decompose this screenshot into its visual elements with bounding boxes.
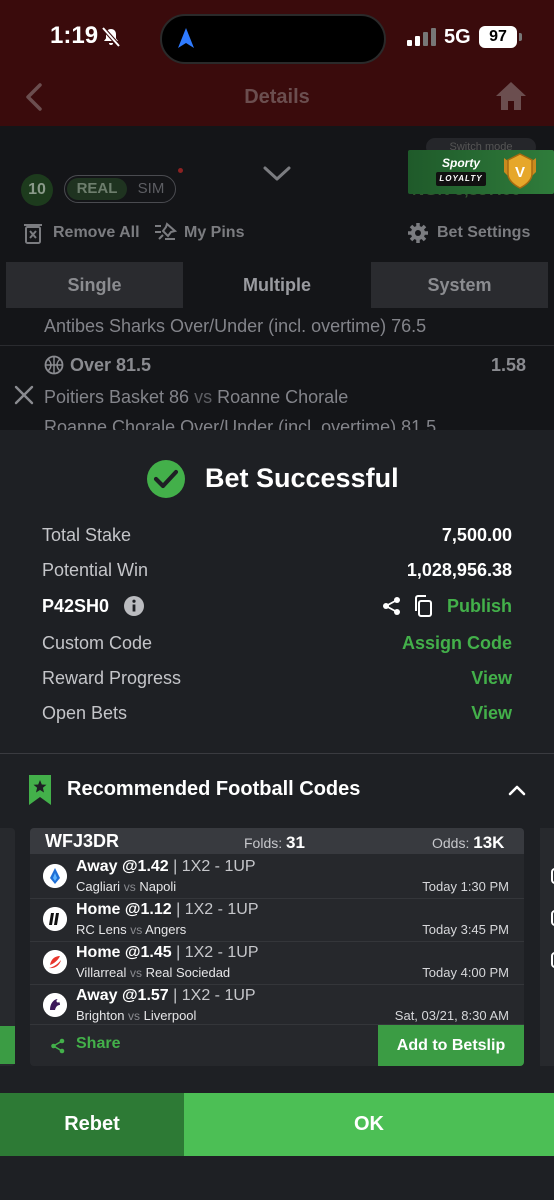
selection-count-badge: 10 [21, 174, 53, 206]
tab-multiple[interactable]: Multiple [188, 262, 366, 308]
copy-icon[interactable] [413, 595, 433, 617]
reward-view-link[interactable]: View [471, 668, 512, 689]
previous-code-card[interactable] [0, 828, 15, 1066]
assign-code-button[interactable]: Assign Code [402, 633, 512, 654]
card-header: WFJ3DR Folds: 31 Odds: 13K [30, 828, 524, 854]
rebet-button[interactable]: Rebet [0, 1093, 184, 1156]
card-odds: Odds: 13K [432, 833, 505, 852]
selection-teams: Poitiers Basket 86 vs Roanne Chorale [44, 387, 349, 407]
match-pick: Home @1.12 | 1X2 - 1UP [76, 901, 259, 918]
match-pick: Away @1.57 | 1X2 - 1UP [76, 987, 256, 1004]
status-bar: 1:19 5G 97 [0, 0, 554, 76]
open-bets-view-link[interactable]: View [471, 703, 512, 724]
card-folds: Folds: 31 [244, 833, 305, 852]
reward-progress-label: Reward Progress [42, 668, 182, 688]
bookmark-star-icon [29, 775, 51, 805]
tab-single[interactable]: Single [6, 262, 183, 308]
signal-icon [407, 28, 437, 46]
booking-code: P42SH0 [42, 596, 110, 616]
potential-win-label: Potential Win [42, 560, 149, 580]
bell-muted-icon [101, 26, 121, 48]
bet-type-tabs: Single Multiple System [6, 262, 548, 308]
success-title: Bet Successful [205, 463, 399, 493]
publish-button[interactable]: Publish [447, 596, 512, 617]
gear-icon [408, 223, 428, 243]
loyalty-badge-icon: V [504, 153, 536, 189]
success-check-icon [147, 460, 185, 498]
basketball-icon [44, 355, 64, 375]
mode-sim[interactable]: SIM [131, 178, 171, 200]
match-time: Today 3:45 PM [422, 922, 509, 937]
loyalty-banner[interactable]: Sporty LOYALTY V [408, 150, 554, 194]
remove-all-button[interactable]: Remove All [24, 222, 144, 246]
match-teams: Cagliari vs Napoli [76, 879, 177, 894]
share-icon[interactable] [382, 596, 402, 616]
match-pick: Away @1.42 | 1X2 - 1UP [76, 858, 256, 875]
previous-selection-market: Antibes Sharks Over/Under (incl. overtim… [44, 316, 427, 336]
selection-market: Roanne Chorale Over/Under (incl. overtim… [44, 417, 437, 430]
match-teams: RC Lens vs Angers [76, 922, 187, 937]
potential-win-value: 1,028,956.38 [406, 560, 512, 580]
home-icon[interactable] [494, 80, 528, 112]
total-stake-value: 7,500.00 [441, 525, 512, 545]
real-sim-toggle[interactable]: REAL SIM [64, 175, 176, 203]
premier-league-logo-icon [43, 993, 67, 1017]
next-code-card[interactable] [540, 828, 554, 1066]
card-footer: Share Add to Betslip [30, 1024, 524, 1066]
custom-code-label: Custom Code [42, 633, 153, 653]
match-time: Today 1:30 PM [422, 879, 509, 894]
share-icon [51, 1038, 65, 1054]
bottom-safe-area [0, 1156, 554, 1200]
match-teams: Villarreal vs Real Sociedad [76, 965, 231, 980]
match-divider [30, 984, 524, 985]
add-to-betslip-button[interactable]: Add to Betslip [378, 1025, 524, 1066]
notification-dot [178, 168, 183, 173]
navigation-arrow-icon [178, 28, 194, 48]
trash-icon [24, 224, 42, 244]
match-time: Sat, 03/21, 8:30 AM [394, 1008, 509, 1023]
loyalty-logo: Sporty LOYALTY [436, 156, 486, 186]
match-teams: Brighton vs Liverpool [76, 1008, 197, 1023]
tab-system[interactable]: System [371, 262, 548, 308]
match-divider [30, 941, 524, 942]
section-divider [0, 753, 554, 754]
my-pins-button[interactable]: My Pins [153, 222, 253, 246]
bet-settings-button[interactable]: Bet Settings [407, 222, 537, 246]
total-stake-label: Total Stake [42, 525, 132, 545]
svg-text:V: V [515, 164, 525, 181]
open-bets-label: Open Bets [42, 703, 128, 723]
recommended-code-card[interactable]: WFJ3DR Folds: 31 Odds: 13K Away @1.42 | … [30, 828, 524, 1066]
ligue-1-logo-icon [43, 907, 67, 931]
mode-real[interactable]: REAL [67, 178, 127, 200]
selection-odds: 1.58 [490, 355, 526, 375]
selection-divider [0, 345, 554, 346]
match-pick: Home @1.45 | 1X2 - 1UP [76, 944, 259, 961]
status-time: 1:19 [50, 22, 99, 49]
info-icon[interactable] [124, 596, 144, 616]
match-time: Today 4:00 PM [422, 965, 509, 980]
top-header: 1:19 5G 97 Details [0, 0, 554, 126]
battery-icon: 97 [479, 26, 522, 48]
match-divider [30, 898, 524, 899]
chevron-up-icon[interactable] [508, 784, 526, 796]
pin-list-icon [155, 222, 177, 240]
collapse-chevron-icon[interactable] [262, 164, 292, 184]
page-title: Details [244, 86, 310, 108]
ok-button[interactable]: OK [184, 1093, 554, 1156]
network-type: 5G [444, 26, 471, 48]
selection-pick: Over 81.5 [70, 355, 152, 375]
serie-a-logo-icon [43, 864, 67, 888]
laliga-logo-icon [43, 950, 67, 974]
remove-selection-icon[interactable] [13, 384, 35, 406]
recommended-title: Recommended Football Codes [67, 778, 361, 800]
card-booking-code: WFJ3DR [45, 831, 120, 851]
